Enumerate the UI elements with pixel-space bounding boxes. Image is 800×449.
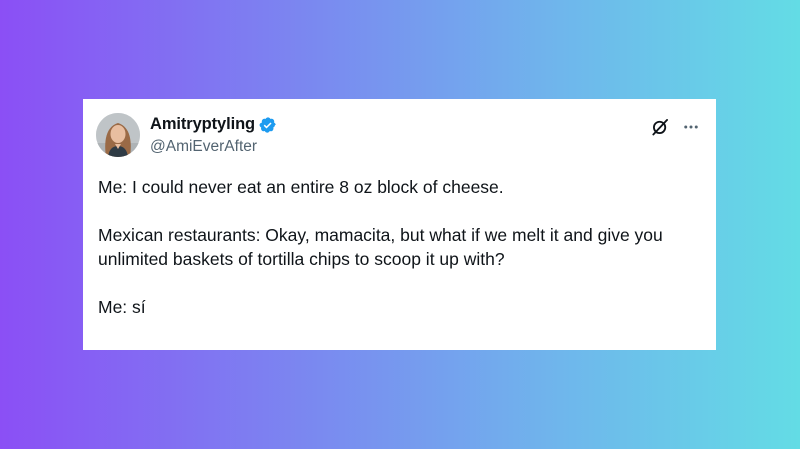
grok-icon[interactable] [650,117,670,142]
profile-avatar[interactable] [96,113,140,157]
author-name-row: Amitryptyling [150,115,277,134]
more-options-icon[interactable] [682,118,700,141]
tweet-line-1: Me: I could never eat an entire 8 oz blo… [98,177,504,197]
tweet-line-3: Me: sí [98,297,146,317]
user-handle[interactable]: @AmiEverAfter [150,138,257,156]
tweet-text: Me: I could never eat an entire 8 oz blo… [98,175,698,319]
tweet-card: Amitryptyling @AmiEverAfter Me: I could … [83,99,716,350]
verified-badge-icon [259,116,277,134]
display-name[interactable]: Amitryptyling [150,115,255,134]
tweet-line-2: Mexican restaurants: Okay, mamacita, but… [98,225,663,269]
tweet-actions [650,117,700,142]
